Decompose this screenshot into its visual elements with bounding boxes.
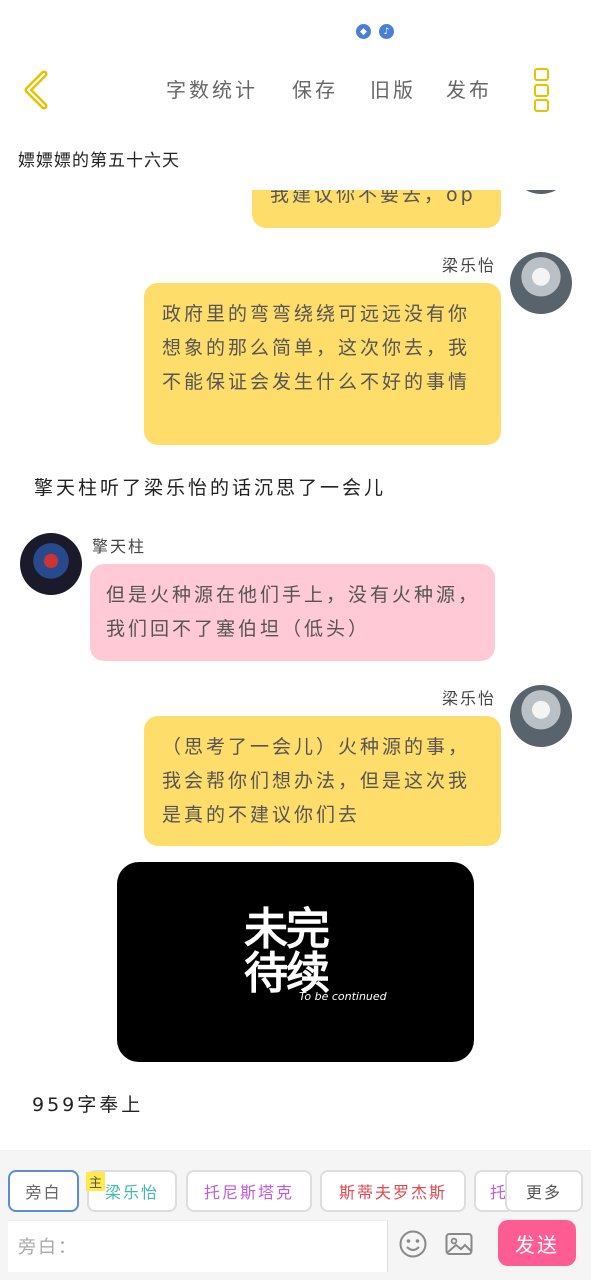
role-chip-aside[interactable]: 旁白 [8,1170,79,1212]
main-role-tag: 主 [86,1172,106,1191]
image-title: 未完待续 [244,904,330,999]
save-button[interactable]: 保存 [292,74,338,103]
status-icons: ◆ ♪ [356,24,394,39]
notification-icon: ◆ [356,24,371,39]
chapter-title: 嫖嫖嫖的第五十六天 [18,151,180,171]
speaker-name: 擎天柱 [92,537,147,556]
music-icon: ♪ [379,24,394,39]
image-message[interactable]: 未完待续 To be continued [117,862,474,1062]
emoji-icon [399,1230,427,1258]
narration[interactable]: 擎天柱听了梁乐怡的话沉思了一会儿 [34,473,386,500]
avatar[interactable] [510,252,572,314]
message-bubble[interactable]: 我建议你不要去，op [252,190,501,228]
image-subtitle: To be continued [299,990,387,1003]
send-button[interactable]: 发送 [498,1220,576,1266]
narration[interactable]: 959字奉上 [32,1090,143,1117]
word-count-button[interactable]: 字数统计 [166,74,258,103]
old-version-button[interactable]: 旧版 [370,74,416,103]
message-input[interactable]: 旁白： [8,1220,388,1272]
avatar[interactable] [510,685,572,747]
speaker-name: 梁乐怡 [442,689,497,708]
more-button[interactable]: 更多 [505,1170,583,1212]
back-button[interactable] [20,70,56,110]
message-bubble[interactable]: 政府里的弯弯绕绕可远远没有你想象的那么简单，这次你去，我不能保证会发生什么不好的… [144,283,501,445]
publish-button[interactable]: 发布 [446,74,492,103]
menu-icon [534,68,549,81]
emoji-button[interactable] [398,1229,428,1259]
image-button[interactable] [444,1229,474,1259]
speaker-name: 梁乐怡 [442,256,497,275]
role-chip[interactable]: 托尼斯塔克 [186,1170,312,1212]
message-bubble[interactable]: 但是火种源在他们手上，没有火种源，我们回不了塞伯坦（低头） [90,564,495,661]
image-icon [445,1233,473,1255]
role-chip[interactable]: 斯蒂夫罗杰斯 [320,1170,466,1212]
menu-button[interactable] [534,68,554,112]
clipped-message: 我建议你不要去，op [0,190,591,230]
avatar[interactable] [510,190,572,194]
message-bubble[interactable]: （思考了一会儿）火种源的事，我会帮你们想办法，但是这次我是真的不建议你们去 [144,716,501,846]
back-icon [24,70,48,110]
avatar[interactable] [20,533,82,595]
